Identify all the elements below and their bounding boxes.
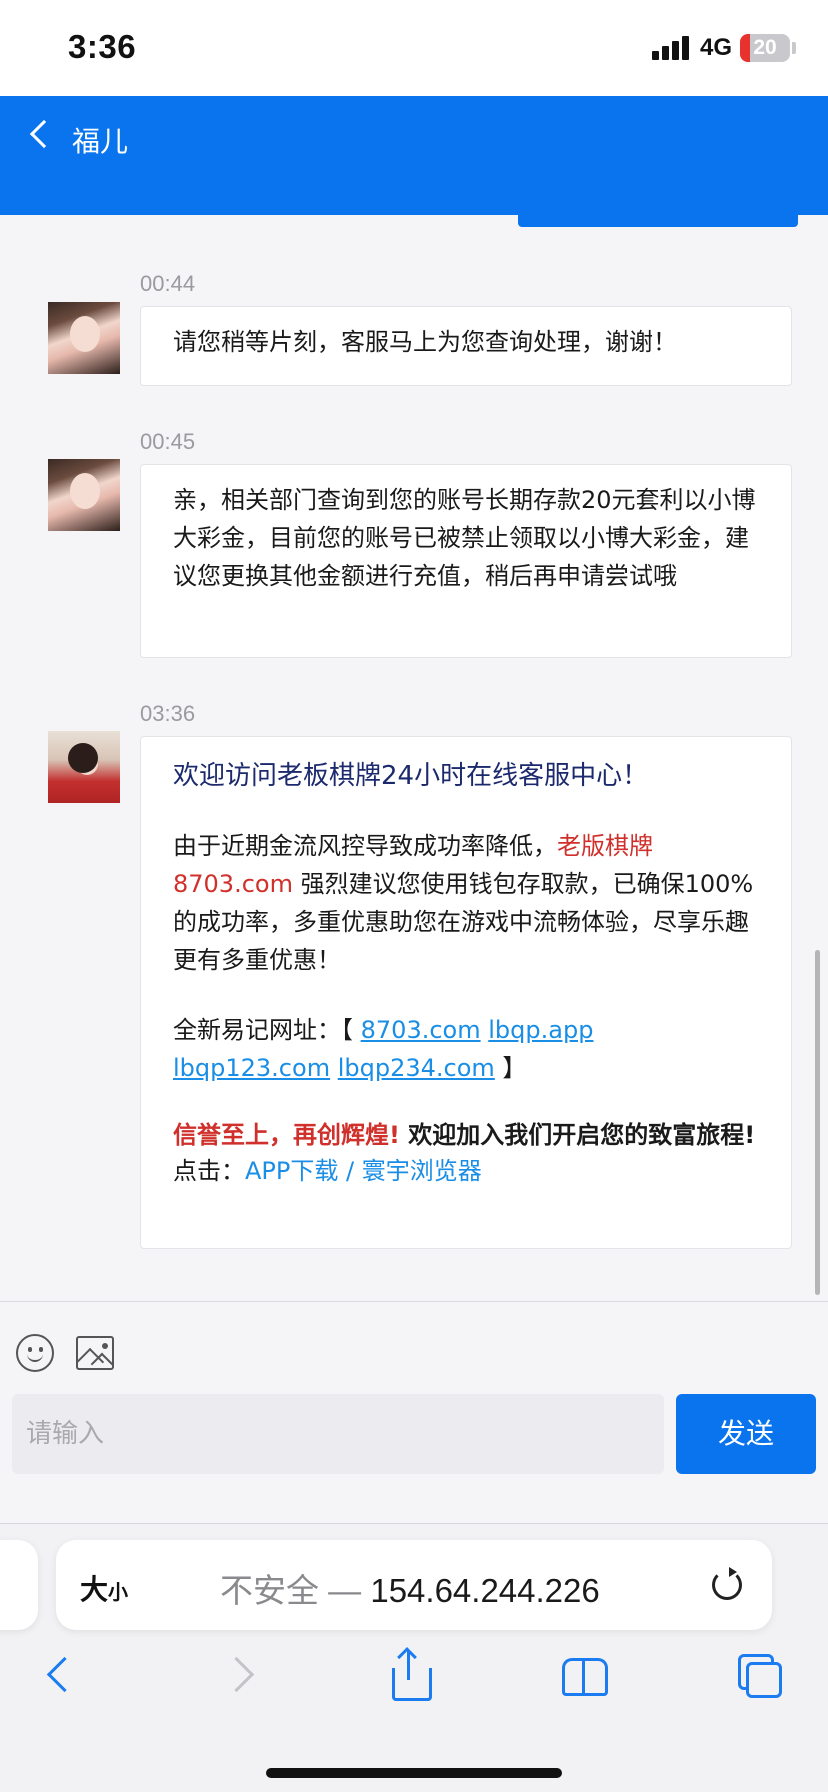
signal-icon <box>652 36 690 60</box>
welcome-heading: 欢迎访问老板棋牌24小时在线客服中心！ <box>173 761 649 791</box>
message-text: 请您稍等片刻，客服马上为您查询处理，谢谢！ <box>173 328 677 356</box>
back-icon[interactable] <box>38 1652 86 1700</box>
chat-header: 福儿 <box>0 96 828 215</box>
text-size-small: 小 <box>108 1580 129 1604</box>
share-icon[interactable] <box>386 1647 434 1701</box>
url-list: 全新易记网址：【 8703.com lbqp.app lbqp123.com l… <box>173 1011 759 1087</box>
download-links[interactable]: APP下载 / 寰宇浏览器 <box>245 1157 482 1185</box>
message-text: 亲，相关部门查询到您的账号长期存款20元套利以小博大彩金，目前您的账号已被禁止领… <box>173 486 756 590</box>
header-tab-strip <box>518 215 798 227</box>
url-close: 】 <box>494 1054 527 1082</box>
promo-paragraph: 由于近期金流风控导致成功率降低，老版棋牌8703.com 强烈建议您使用钱包存取… <box>173 827 759 979</box>
promo-text: 由于近期金流风控导致成功率降低， <box>173 832 557 860</box>
battery-percent: 20 <box>753 36 777 59</box>
previous-tab[interactable] <box>0 1540 38 1630</box>
message-time: 00:44 <box>140 271 196 296</box>
network-type: 4G <box>700 34 733 61</box>
text-size-button[interactable]: 大小 <box>80 1568 128 1608</box>
message-list[interactable]: 00:44 请您稍等片刻，客服马上为您查询处理，谢谢！ 00:45 亲，相关部门… <box>0 215 828 1301</box>
url-link[interactable]: lbqp.app <box>488 1016 593 1044</box>
message-input[interactable] <box>12 1394 664 1474</box>
agent-avatar[interactable] <box>48 302 120 374</box>
browser-chrome: 大小 不安全 — 154.64.244.226 <box>0 1523 828 1792</box>
tabs-icon[interactable] <box>734 1652 782 1700</box>
url-label: 全新易记网址：【 <box>173 1016 361 1044</box>
message-time: 03:36 <box>140 701 196 726</box>
composer: 发送 <box>0 1301 828 1523</box>
slogan-black: 欢迎加入我们开启您的致富旅程! <box>399 1121 756 1149</box>
send-button[interactable]: 发送 <box>676 1394 816 1474</box>
forward-icon[interactable] <box>218 1652 266 1700</box>
emoji-icon[interactable] <box>16 1334 54 1372</box>
download-line: 点击：APP下载 / 寰宇浏览器 <box>173 1152 759 1190</box>
insecure-label: 不安全 — <box>220 1572 371 1609</box>
battery-cap <box>792 42 796 54</box>
back-chevron-icon[interactable] <box>29 119 59 149</box>
agent-avatar[interactable] <box>48 459 120 531</box>
slogan: 信誉至上，再创辉煌! 欢迎加入我们开启您的致富旅程! <box>173 1119 759 1152</box>
click-label: 点击： <box>173 1157 245 1185</box>
message-bubble: 请您稍等片刻，客服马上为您查询处理，谢谢！ <box>140 306 792 386</box>
status-bar: 3:36 4G 20 <box>0 0 828 96</box>
bookmarks-icon[interactable] <box>560 1652 608 1700</box>
url-host: 154.64.244.226 <box>370 1572 600 1609</box>
agent-avatar[interactable] <box>48 731 120 803</box>
message-bubble: 欢迎访问老板棋牌24小时在线客服中心！ 由于近期金流风控导致成功率降低，老版棋牌… <box>140 736 792 1249</box>
image-icon[interactable] <box>76 1336 114 1370</box>
address-text[interactable]: 不安全 — 154.64.244.226 <box>220 1564 600 1612</box>
url-link[interactable]: lbqp234.com <box>338 1054 495 1082</box>
message-bubble: 亲，相关部门查询到您的账号长期存款20元套利以小博大彩金，目前您的账号已被禁止领… <box>140 464 792 658</box>
home-indicator[interactable] <box>266 1768 562 1778</box>
address-bar[interactable]: 大小 不安全 — 154.64.244.226 <box>56 1540 772 1630</box>
reload-icon[interactable] <box>712 1567 742 1600</box>
url-link[interactable]: lbqp123.com <box>173 1054 330 1082</box>
text-size-big: 大 <box>80 1573 109 1606</box>
slogan-red: 信誉至上，再创辉煌! <box>173 1121 400 1149</box>
status-time: 3:36 <box>68 28 137 65</box>
battery-icon: 20 <box>740 34 790 62</box>
message-time: 00:45 <box>140 429 196 454</box>
chat-title: 福儿 <box>72 125 129 158</box>
url-link[interactable]: 8703.com <box>361 1016 481 1044</box>
scrollbar-thumb[interactable] <box>815 950 820 1295</box>
